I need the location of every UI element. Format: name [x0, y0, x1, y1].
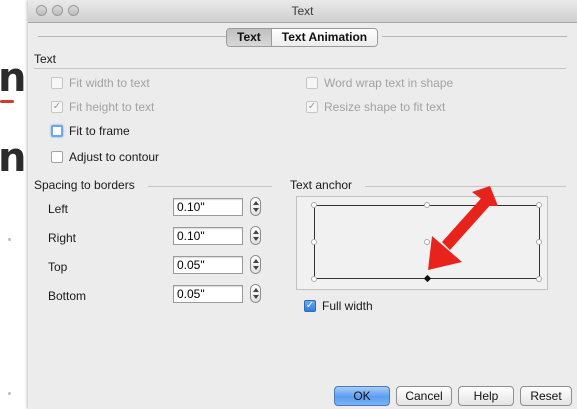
full-width-checkbox-row[interactable]: ✓ Full width	[304, 299, 373, 313]
fit-width-checkbox[interactable]	[51, 77, 63, 89]
anchor-top-right[interactable]	[536, 202, 542, 208]
checkmark-icon: ✓	[307, 101, 317, 112]
title-bar[interactable]: Text	[28, 0, 577, 23]
top-label: Top	[48, 260, 68, 274]
resize-shape-checkbox[interactable]: ✓	[306, 101, 318, 113]
anchor-top-left[interactable]	[311, 202, 317, 208]
resize-shape-label: Resize shape to fit text	[324, 100, 446, 114]
checkmark-icon: ✓	[305, 300, 315, 311]
fit-height-checkbox-row[interactable]: ✓ Fit height to text	[51, 100, 154, 114]
section-title-text: Text	[34, 52, 57, 66]
fit-frame-checkbox-row[interactable]: Fit to frame	[51, 124, 130, 138]
bottom-spacing-stepper[interactable]	[250, 284, 261, 303]
fit-width-checkbox-row[interactable]: Fit width to text	[51, 76, 150, 90]
full-width-label: Full width	[322, 299, 373, 313]
section-title-anchor: Text anchor	[290, 178, 353, 192]
section-separator	[34, 68, 566, 69]
anchor-middle-left[interactable]	[311, 239, 317, 245]
text-dialog: Text Text Text Animation Text Fit width …	[28, 0, 577, 409]
right-spacing-input[interactable]: 0.10"	[173, 227, 243, 245]
fit-frame-label: Fit to frame	[69, 124, 130, 138]
section-title-spacing: Spacing to borders	[34, 178, 135, 192]
anchor-bottom-left[interactable]	[311, 276, 317, 282]
checkmark-icon: ✓	[52, 101, 62, 112]
resize-shape-checkbox-row[interactable]: ✓ Resize shape to fit text	[306, 100, 445, 114]
help-button[interactable]: Help	[458, 386, 514, 406]
fit-height-checkbox[interactable]: ✓	[51, 101, 63, 113]
top-spacing-stepper[interactable]	[250, 255, 261, 274]
top-spacing-input[interactable]: 0.05"	[173, 256, 243, 274]
right-spacing-stepper[interactable]	[250, 226, 261, 245]
annotation-arrow-icon	[428, 186, 498, 270]
spellcheck-underline	[0, 100, 14, 103]
word-wrap-checkbox[interactable]	[306, 77, 318, 89]
tab-divider	[382, 36, 567, 37]
ok-button[interactable]: OK	[334, 386, 390, 406]
word-wrap-checkbox-row[interactable]: Word wrap text in shape	[306, 76, 453, 90]
cancel-button[interactable]: Cancel	[396, 386, 452, 406]
left-spacing-stepper[interactable]	[250, 197, 261, 216]
bottom-spacing-input[interactable]: 0.05"	[173, 285, 243, 303]
full-width-checkbox[interactable]: ✓	[304, 300, 316, 312]
anchor-bottom-right[interactable]	[536, 276, 542, 282]
adjust-contour-checkbox-row[interactable]: Adjust to contour	[51, 150, 159, 164]
tab-text[interactable]: Text	[227, 29, 272, 46]
background-dot	[8, 392, 11, 395]
right-label: Right	[48, 231, 77, 245]
tab-divider	[38, 36, 226, 37]
section-separator	[148, 186, 272, 187]
fit-height-label: Fit height to text	[69, 100, 155, 114]
background-dot	[8, 238, 11, 241]
adjust-contour-checkbox[interactable]	[51, 151, 63, 163]
fit-width-label: Fit width to text	[69, 76, 150, 90]
reset-button[interactable]: Reset	[520, 386, 572, 406]
window-title: Text	[291, 4, 314, 18]
adjust-contour-label: Adjust to contour	[69, 150, 160, 164]
tab-text-animation[interactable]: Text Animation	[271, 29, 378, 46]
tab-bar: Text Text Animation	[226, 28, 379, 47]
background-text: n	[0, 55, 27, 101]
bottom-label: Bottom	[48, 289, 87, 303]
background-text: n	[0, 135, 27, 181]
anchor-middle-right[interactable]	[536, 239, 542, 245]
left-spacing-input[interactable]: 0.10"	[173, 198, 243, 216]
word-wrap-label: Word wrap text in shape	[324, 76, 454, 90]
fit-frame-checkbox[interactable]	[51, 125, 63, 137]
left-label: Left	[48, 202, 69, 216]
